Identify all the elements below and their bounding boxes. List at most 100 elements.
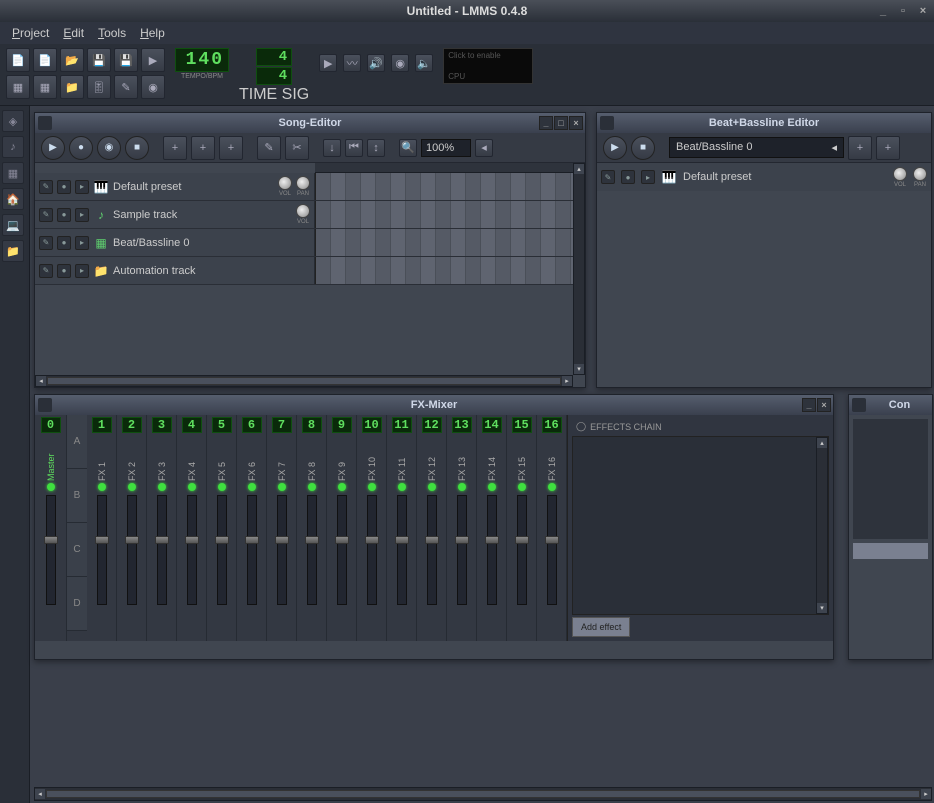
edit-mode-button[interactable]: ✂ bbox=[285, 136, 309, 160]
master-vol-knob[interactable]: 🔊 bbox=[367, 54, 385, 72]
song-record-button[interactable]: ● bbox=[69, 136, 93, 160]
fx-channel-led[interactable] bbox=[98, 483, 106, 491]
track-grip[interactable]: ✎ bbox=[39, 208, 53, 222]
zoom-dropdown-button[interactable]: ◂ bbox=[475, 139, 493, 157]
song-editor-maximize[interactable]: □ bbox=[554, 116, 568, 130]
ws-scroll-thumb[interactable] bbox=[46, 790, 920, 798]
timesig-denominator[interactable]: 4 bbox=[256, 67, 292, 85]
bb-pattern-selector[interactable]: Beat/Bassline 0 ◂ bbox=[669, 137, 844, 158]
track-cells[interactable] bbox=[315, 173, 585, 200]
track-expand[interactable]: ▸ bbox=[75, 208, 89, 222]
fx-channel[interactable]: 11FX 11 bbox=[387, 415, 417, 641]
fx-channel-led[interactable] bbox=[518, 483, 526, 491]
fx-channel-led[interactable] bbox=[128, 483, 136, 491]
controller-add-button[interactable] bbox=[853, 543, 928, 559]
visualization-display[interactable]: Click to enable CPU bbox=[443, 48, 533, 84]
track-cells[interactable] bbox=[315, 257, 585, 284]
fx-master-fader[interactable] bbox=[46, 495, 56, 605]
track-expand[interactable]: ▸ bbox=[75, 236, 89, 250]
bb-play-button[interactable]: ▶ bbox=[603, 136, 627, 160]
song-vscroll[interactable]: ▴ ▾ bbox=[573, 163, 585, 375]
fx-send-letter[interactable]: B bbox=[67, 469, 87, 523]
bb-editor-button[interactable]: ▦ bbox=[33, 75, 57, 99]
fx-channel-fader[interactable] bbox=[457, 495, 467, 605]
fx-channel[interactable]: 6FX 6 bbox=[237, 415, 267, 641]
scroll-left-icon[interactable]: ◂ bbox=[36, 376, 46, 386]
track-name[interactable]: Default preset bbox=[113, 181, 274, 193]
back-to-start-button[interactable]: ↓ bbox=[323, 139, 341, 157]
track-mute[interactable]: ● bbox=[57, 236, 71, 250]
sidebar-computer[interactable]: 💻 bbox=[2, 214, 24, 236]
fx-channel[interactable]: 10FX 10 bbox=[357, 415, 387, 641]
fx-channel[interactable]: 8FX 8 bbox=[297, 415, 327, 641]
fx-channel[interactable]: 3FX 3 bbox=[147, 415, 177, 641]
minimize-button[interactable]: _ bbox=[876, 4, 890, 18]
timeline-ruler[interactable] bbox=[315, 163, 585, 173]
track-expand[interactable]: ▸ bbox=[75, 180, 89, 194]
bb-add-automation-button[interactable]: + bbox=[876, 136, 900, 160]
add-bb-track-button[interactable]: + bbox=[163, 136, 187, 160]
fx-channel-led[interactable] bbox=[488, 483, 496, 491]
fx-channel[interactable]: 2FX 2 bbox=[117, 415, 147, 641]
loop-points-button[interactable]: ↕ bbox=[367, 139, 385, 157]
master-pitch-knob[interactable]: ◉ bbox=[391, 54, 409, 72]
fx-channel[interactable]: 4FX 4 bbox=[177, 415, 207, 641]
sidebar-projects[interactable]: 📁 bbox=[2, 240, 24, 262]
fx-channel[interactable]: 5FX 5 bbox=[207, 415, 237, 641]
fx-send-letter[interactable]: C bbox=[67, 523, 87, 577]
fx-channel-fader[interactable] bbox=[367, 495, 377, 605]
fx-mixer-close[interactable]: × bbox=[817, 398, 831, 412]
save-as-button[interactable]: 💾 bbox=[114, 48, 138, 72]
fx-channel-led[interactable] bbox=[158, 483, 166, 491]
fx-channel[interactable]: 15FX 15 bbox=[507, 415, 537, 641]
fx-mixer-minimize[interactable]: _ bbox=[802, 398, 816, 412]
new-template-button[interactable]: 📄 bbox=[33, 48, 57, 72]
scroll-thumb[interactable] bbox=[47, 377, 561, 385]
auto-limiter-button[interactable]: 〰 bbox=[343, 54, 361, 72]
song-editor-button[interactable]: ▦ bbox=[6, 75, 30, 99]
song-editor-minimize[interactable]: _ bbox=[539, 116, 553, 130]
workspace-hscroll[interactable]: ◂ ▸ bbox=[34, 787, 932, 801]
sidebar-instruments[interactable]: ◈ bbox=[2, 110, 24, 132]
export-button[interactable]: ▶ bbox=[141, 48, 165, 72]
fx-channel[interactable]: 16FX 16 bbox=[537, 415, 567, 641]
fx-channel-fader[interactable] bbox=[217, 495, 227, 605]
scroll-down-icon[interactable]: ▾ bbox=[574, 364, 584, 374]
track-cells[interactable] bbox=[315, 229, 585, 256]
song-record-play-button[interactable]: ◉ bbox=[97, 136, 121, 160]
fx-channel-fader[interactable] bbox=[127, 495, 137, 605]
menu-help[interactable]: Help bbox=[134, 24, 171, 42]
fx-mixer-button[interactable]: 🎚 bbox=[87, 75, 111, 99]
track-vol-knob[interactable] bbox=[296, 204, 310, 218]
fx-master-channel[interactable]: 0 Master bbox=[35, 415, 67, 641]
fx-channel-led[interactable] bbox=[188, 483, 196, 491]
notes-button[interactable]: ✎ bbox=[114, 75, 138, 99]
draw-mode-button[interactable]: ✎ bbox=[257, 136, 281, 160]
fx-channel-fader[interactable] bbox=[247, 495, 257, 605]
fx-channel-led[interactable] bbox=[248, 483, 256, 491]
track-grip[interactable]: ✎ bbox=[39, 236, 53, 250]
effects-vscroll[interactable]: ▴ ▾ bbox=[816, 437, 828, 614]
bb-pan-knob[interactable] bbox=[913, 167, 927, 181]
fx-channel-led[interactable] bbox=[368, 483, 376, 491]
song-hscroll[interactable]: ◂ ▸ bbox=[35, 375, 573, 387]
circle-icon[interactable]: ◯ bbox=[576, 421, 586, 432]
bb-track-grip[interactable]: ✎ bbox=[601, 170, 615, 184]
fx-master-led[interactable] bbox=[47, 483, 55, 491]
song-stop-button[interactable]: ■ bbox=[125, 136, 149, 160]
sidebar-presets[interactable]: ▦ bbox=[2, 162, 24, 184]
controller-rack-button[interactable]: ◉ bbox=[141, 75, 165, 99]
track-mute[interactable]: ● bbox=[57, 180, 71, 194]
sidebar-home[interactable]: 🏠 bbox=[2, 188, 24, 210]
add-sample-track-button[interactable]: + bbox=[191, 136, 215, 160]
track-grip[interactable]: ✎ bbox=[39, 264, 53, 278]
track-grip[interactable]: ✎ bbox=[39, 180, 53, 194]
fx-channel-led[interactable] bbox=[398, 483, 406, 491]
open-project-button[interactable]: 📂 bbox=[60, 48, 84, 72]
fx-channel[interactable]: 9FX 9 bbox=[327, 415, 357, 641]
track-name[interactable]: Automation track bbox=[113, 265, 310, 277]
fx-channel[interactable]: 13FX 13 bbox=[447, 415, 477, 641]
keep-stop-position-button[interactable]: ⏮ bbox=[345, 139, 363, 157]
track-mute[interactable]: ● bbox=[57, 208, 71, 222]
timesig-numerator[interactable]: 4 bbox=[256, 48, 292, 66]
